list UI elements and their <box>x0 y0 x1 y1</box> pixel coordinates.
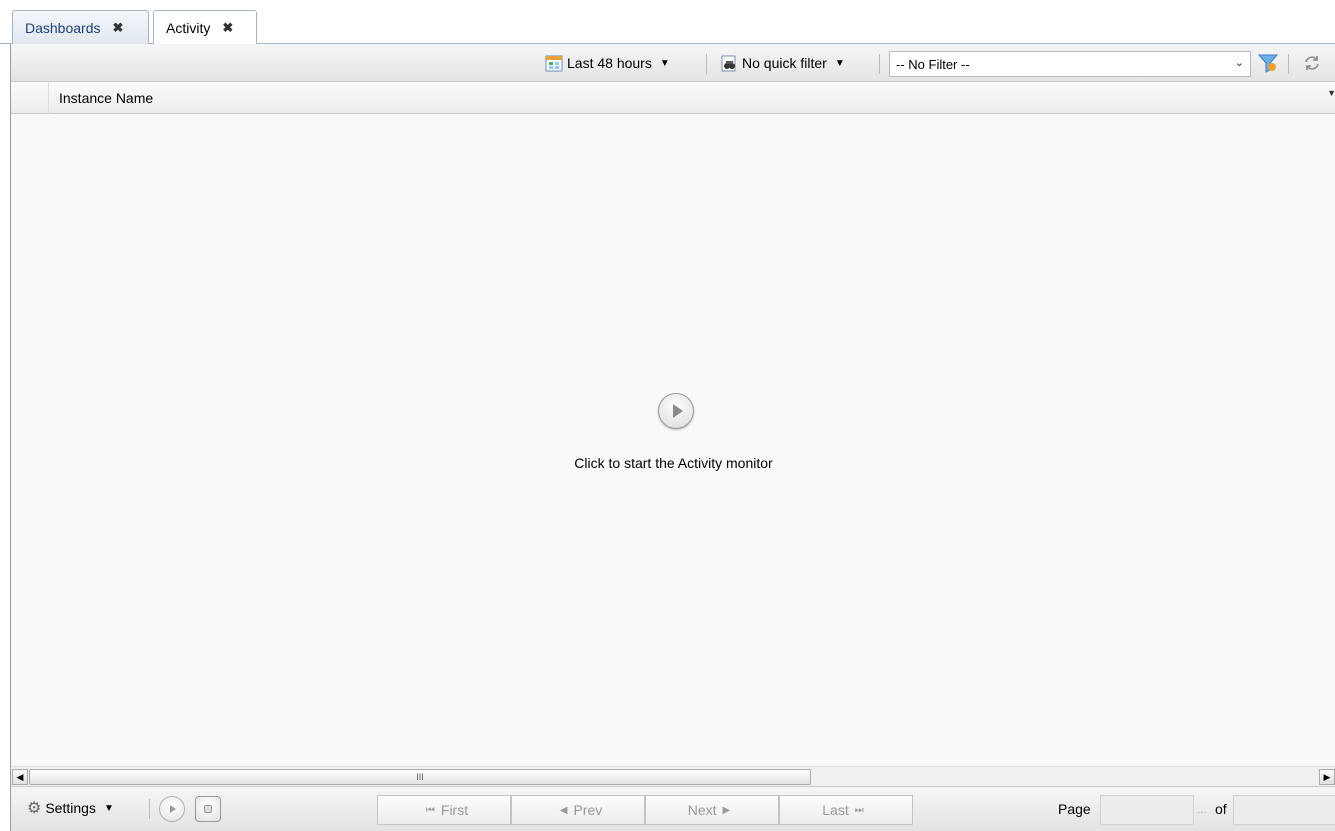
horizontal-scrollbar[interactable]: ◀ III ▶ <box>11 766 1335 786</box>
activity-panel: Last 48 hours ▼ No quick filter ▼ -- No … <box>10 44 1335 831</box>
page-label: Page <box>1058 801 1091 817</box>
gear-icon: ⚙ <box>27 800 42 817</box>
start-monitor-button[interactable] <box>658 393 694 429</box>
filter-select-value: -- No Filter -- <box>896 56 970 72</box>
toolbar: Last 48 hours ▼ No quick filter ▼ -- No … <box>11 44 1335 82</box>
funnel-icon[interactable] <box>1257 52 1279 74</box>
quick-filter-button[interactable]: No quick filter ▼ <box>716 52 849 74</box>
next-page-label: Next <box>687 802 717 818</box>
next-page-icon: ▶ <box>722 804 731 816</box>
calendar-icon <box>545 54 563 72</box>
last-page-button[interactable]: Last ⏭ <box>779 795 913 825</box>
grid-header: Instance Name ▼ <box>11 82 1335 114</box>
toolbar-separator <box>1288 54 1289 74</box>
row-number-column <box>11 82 49 114</box>
binoculars-icon <box>720 54 738 72</box>
scroll-right-icon[interactable]: ▶ <box>1319 769 1335 785</box>
prev-page-button[interactable]: ◀ Prev <box>511 795 645 825</box>
toolbar-separator <box>879 54 880 74</box>
time-range-button[interactable]: Last 48 hours ▼ <box>541 52 674 74</box>
play-icon <box>170 805 176 813</box>
scrollbar-thumb[interactable]: III <box>29 769 811 785</box>
last-page-icon: ⏭ <box>854 804 864 816</box>
page-ellipsis: ... <box>1197 802 1208 816</box>
last-page-label: Last <box>822 802 849 818</box>
stop-button[interactable] <box>195 796 221 822</box>
filter-select[interactable]: -- No Filter -- ⌄ <box>889 51 1251 77</box>
time-range-label: Last 48 hours <box>567 55 652 71</box>
empty-state-message: Click to start the Activity monitor <box>574 455 773 471</box>
tab-activity-label: Activity <box>166 20 211 36</box>
column-header-instance-name[interactable]: Instance Name <box>59 90 153 106</box>
grid-body: Click to start the Activity monitor <box>11 114 1335 766</box>
tab-strip: Dashboards ✖ Activity ✖ <box>0 0 1335 45</box>
page-number-input[interactable] <box>1100 795 1194 825</box>
first-page-label: First <box>440 802 469 818</box>
stop-icon <box>204 805 212 813</box>
bottom-toolbar: ⚙ Settings ▼ ⏮ First ◀ Prev Next ▶ Last … <box>11 786 1335 831</box>
first-page-button[interactable]: ⏮ First <box>377 795 511 825</box>
first-page-icon: ⏮ <box>425 804 435 816</box>
settings-button[interactable]: ⚙ Settings ▼ <box>27 797 114 819</box>
chevron-down-icon[interactable]: ⌄ <box>1235 56 1244 69</box>
chevron-down-icon: ▼ <box>659 57 670 69</box>
toolbar-separator <box>149 799 150 819</box>
next-page-button[interactable]: Next ▶ <box>645 795 779 825</box>
play-button[interactable] <box>159 796 185 822</box>
refresh-icon[interactable] <box>1303 54 1321 72</box>
chevron-down-icon: ▼ <box>103 802 114 814</box>
prev-page-icon: ◀ <box>559 804 568 816</box>
prev-page-label: Prev <box>573 802 603 818</box>
close-icon[interactable]: ✖ <box>222 20 233 36</box>
tab-dashboards-label: Dashboards <box>25 19 101 36</box>
tab-activity[interactable]: Activity ✖ <box>153 10 257 45</box>
toolbar-separator <box>706 54 707 74</box>
total-pages-field <box>1233 795 1335 825</box>
close-icon[interactable]: ✖ <box>113 20 124 36</box>
chevron-down-icon: ▼ <box>834 57 845 69</box>
scroll-left-icon[interactable]: ◀ <box>12 769 28 785</box>
of-label: of <box>1215 801 1227 817</box>
quick-filter-label: No quick filter <box>742 55 827 71</box>
column-menu-icon[interactable]: ▼ <box>1327 88 1335 98</box>
tab-dashboards[interactable]: Dashboards ✖ <box>12 10 149 44</box>
settings-label: Settings <box>45 800 96 816</box>
play-icon <box>672 404 683 418</box>
